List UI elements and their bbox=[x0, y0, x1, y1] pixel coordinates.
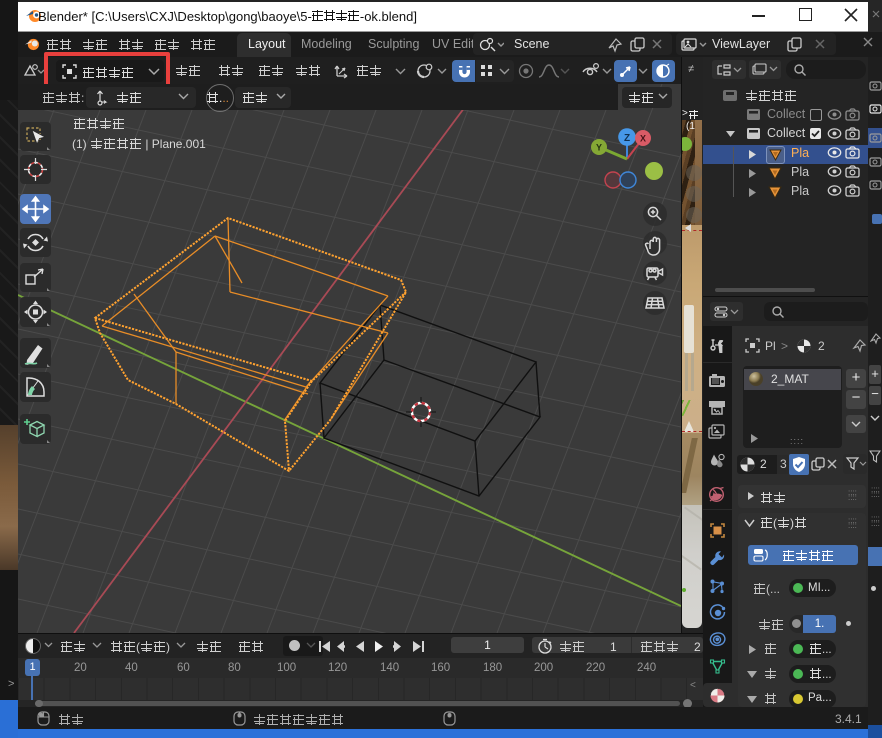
svg-text:Z: Z bbox=[624, 133, 630, 144]
svg-text:Y: Y bbox=[596, 143, 602, 153]
svg-text:X: X bbox=[640, 134, 646, 144]
